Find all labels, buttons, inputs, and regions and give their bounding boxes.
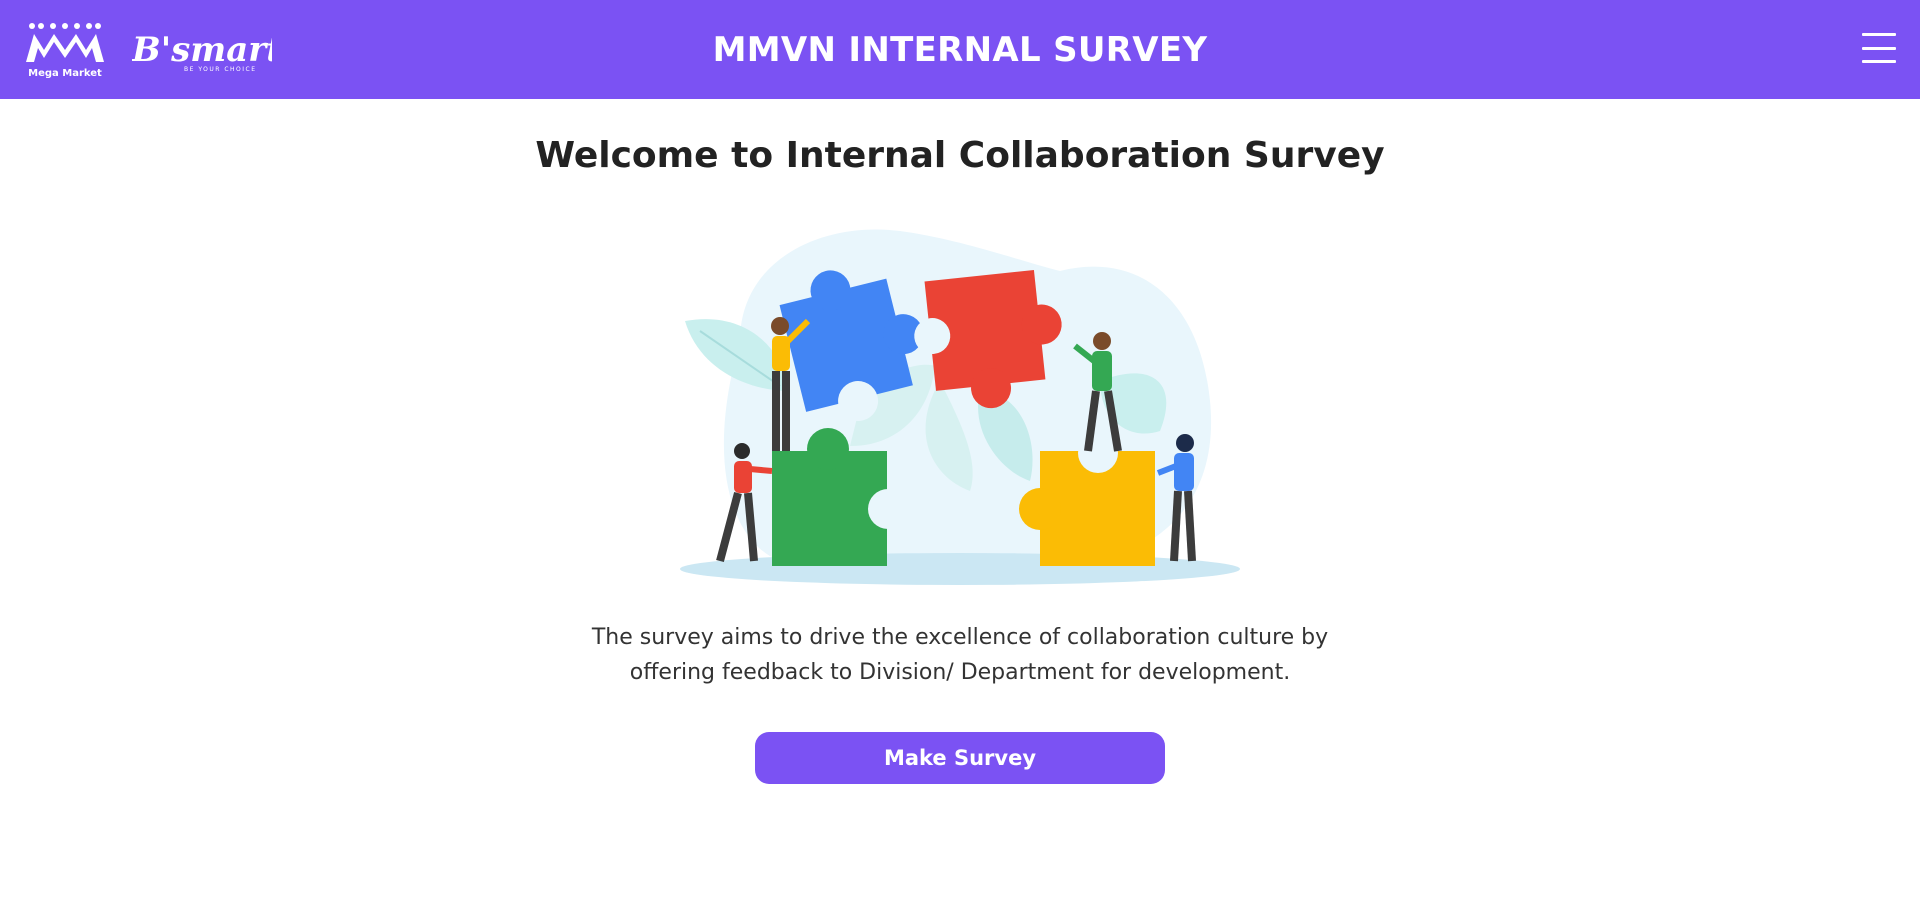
menu-line <box>1862 60 1896 63</box>
logo-group: Mega Market B'smart BE YOUR CHOICE <box>24 18 272 82</box>
hamburger-menu-icon[interactable] <box>1862 33 1896 63</box>
main-content: Welcome to Internal Collaboration Survey <box>0 99 1920 784</box>
bsmart-logo[interactable]: B'smart BE YOUR CHOICE <box>132 25 272 75</box>
mega-market-logo[interactable]: Mega Market <box>24 20 106 80</box>
header-title: MMVN INTERNAL SURVEY <box>712 29 1208 70</box>
logo-tagline: BE YOUR CHOICE <box>184 66 257 73</box>
page-title: Welcome to Internal Collaboration Survey <box>535 135 1385 176</box>
logo-primary-text: Mega Market <box>28 68 102 79</box>
menu-line <box>1862 33 1896 36</box>
puzzle-collaboration-illustration <box>680 229 1240 585</box>
menu-line <box>1862 46 1896 50</box>
make-survey-button[interactable]: Make Survey <box>755 732 1165 784</box>
app-header: Mega Market B'smart BE YOUR CHOICE MMVN … <box>0 0 1920 99</box>
logo-secondary-text: B'smart <box>132 30 272 70</box>
survey-description: The survey aims to drive the excellence … <box>591 625 1329 685</box>
